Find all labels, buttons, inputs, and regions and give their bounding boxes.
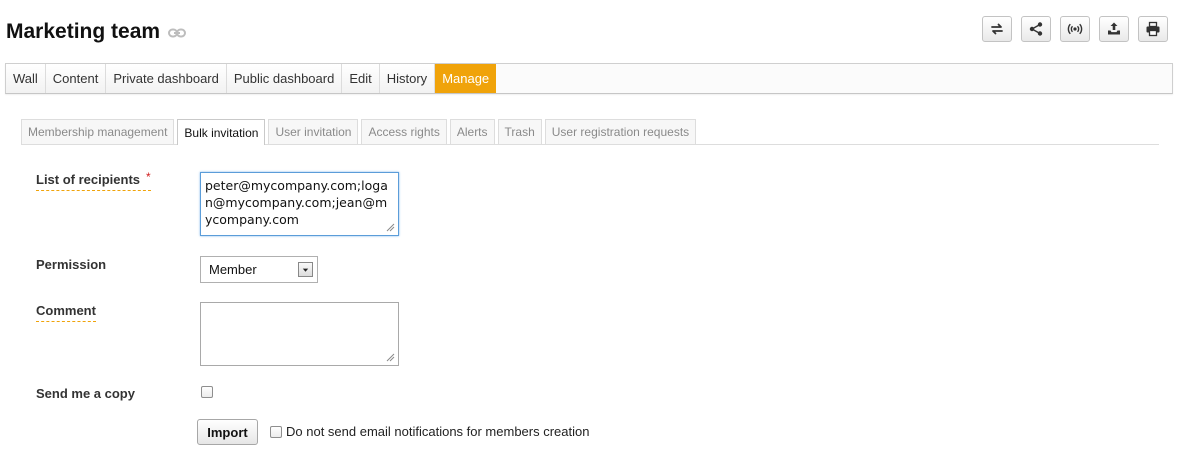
- tab-content[interactable]: Content: [45, 64, 107, 93]
- swap-icon: [991, 23, 1003, 35]
- permission-label: Permission: [36, 257, 107, 272]
- tab-wall[interactable]: Wall: [6, 64, 46, 93]
- tab-private-dashboard[interactable]: Private dashboard: [106, 64, 227, 93]
- tab-history[interactable]: History: [379, 64, 436, 93]
- comment-textarea[interactable]: [200, 302, 399, 366]
- page-title: Marketing team: [6, 20, 187, 44]
- recipients-label: List of recipients *: [36, 170, 151, 191]
- tab-edit[interactable]: Edit: [342, 64, 380, 93]
- tab-manage[interactable]: Manage: [435, 64, 497, 93]
- sub-tabs: Membership management Bulk invitation Us…: [21, 119, 1159, 145]
- no-notify-checkbox[interactable]: [270, 426, 282, 438]
- main-tabs: Wall Content Private dashboard Public da…: [5, 63, 1173, 94]
- broadcast-button[interactable]: [1060, 16, 1090, 42]
- print-button[interactable]: [1138, 16, 1168, 42]
- no-notify-label: Do not send email notifications for memb…: [286, 424, 590, 439]
- permission-select-value: Member: [209, 262, 257, 277]
- upload-button[interactable]: [1099, 16, 1129, 42]
- subtab-bulk-invitation[interactable]: Bulk invitation: [177, 119, 266, 145]
- permission-select[interactable]: Member: [200, 256, 318, 283]
- subtab-trash[interactable]: Trash: [497, 119, 542, 144]
- subtab-membership-management[interactable]: Membership management: [21, 119, 175, 144]
- swap-button[interactable]: [982, 16, 1012, 42]
- share-icon: [1029, 22, 1043, 36]
- link-icon[interactable]: [168, 28, 187, 40]
- required-marker: *: [146, 170, 151, 184]
- send-copy-label: Send me a copy: [36, 386, 135, 401]
- resize-grip-icon[interactable]: [385, 222, 395, 232]
- send-copy-checkbox[interactable]: [201, 386, 213, 398]
- resize-grip-icon[interactable]: [385, 352, 395, 362]
- subtab-alerts[interactable]: Alerts: [449, 119, 495, 144]
- upload-icon: [1108, 22, 1120, 35]
- recipients-label-text: List of recipients: [36, 172, 141, 187]
- toolbar: [982, 16, 1168, 42]
- subtab-user-registration-requests[interactable]: User registration requests: [544, 119, 697, 144]
- subtab-access-rights[interactable]: Access rights: [361, 119, 447, 144]
- share-button[interactable]: [1021, 16, 1051, 42]
- subtab-user-invitation[interactable]: User invitation: [268, 119, 359, 144]
- import-button[interactable]: Import: [197, 419, 258, 445]
- print-icon: [1146, 21, 1160, 37]
- chevron-down-icon: [298, 262, 313, 277]
- page-title-text: Marketing team: [6, 20, 161, 43]
- comment-label: Comment: [36, 303, 96, 322]
- broadcast-icon: [1067, 23, 1083, 35]
- tab-public-dashboard[interactable]: Public dashboard: [226, 64, 343, 93]
- recipients-textarea[interactable]: [200, 172, 399, 236]
